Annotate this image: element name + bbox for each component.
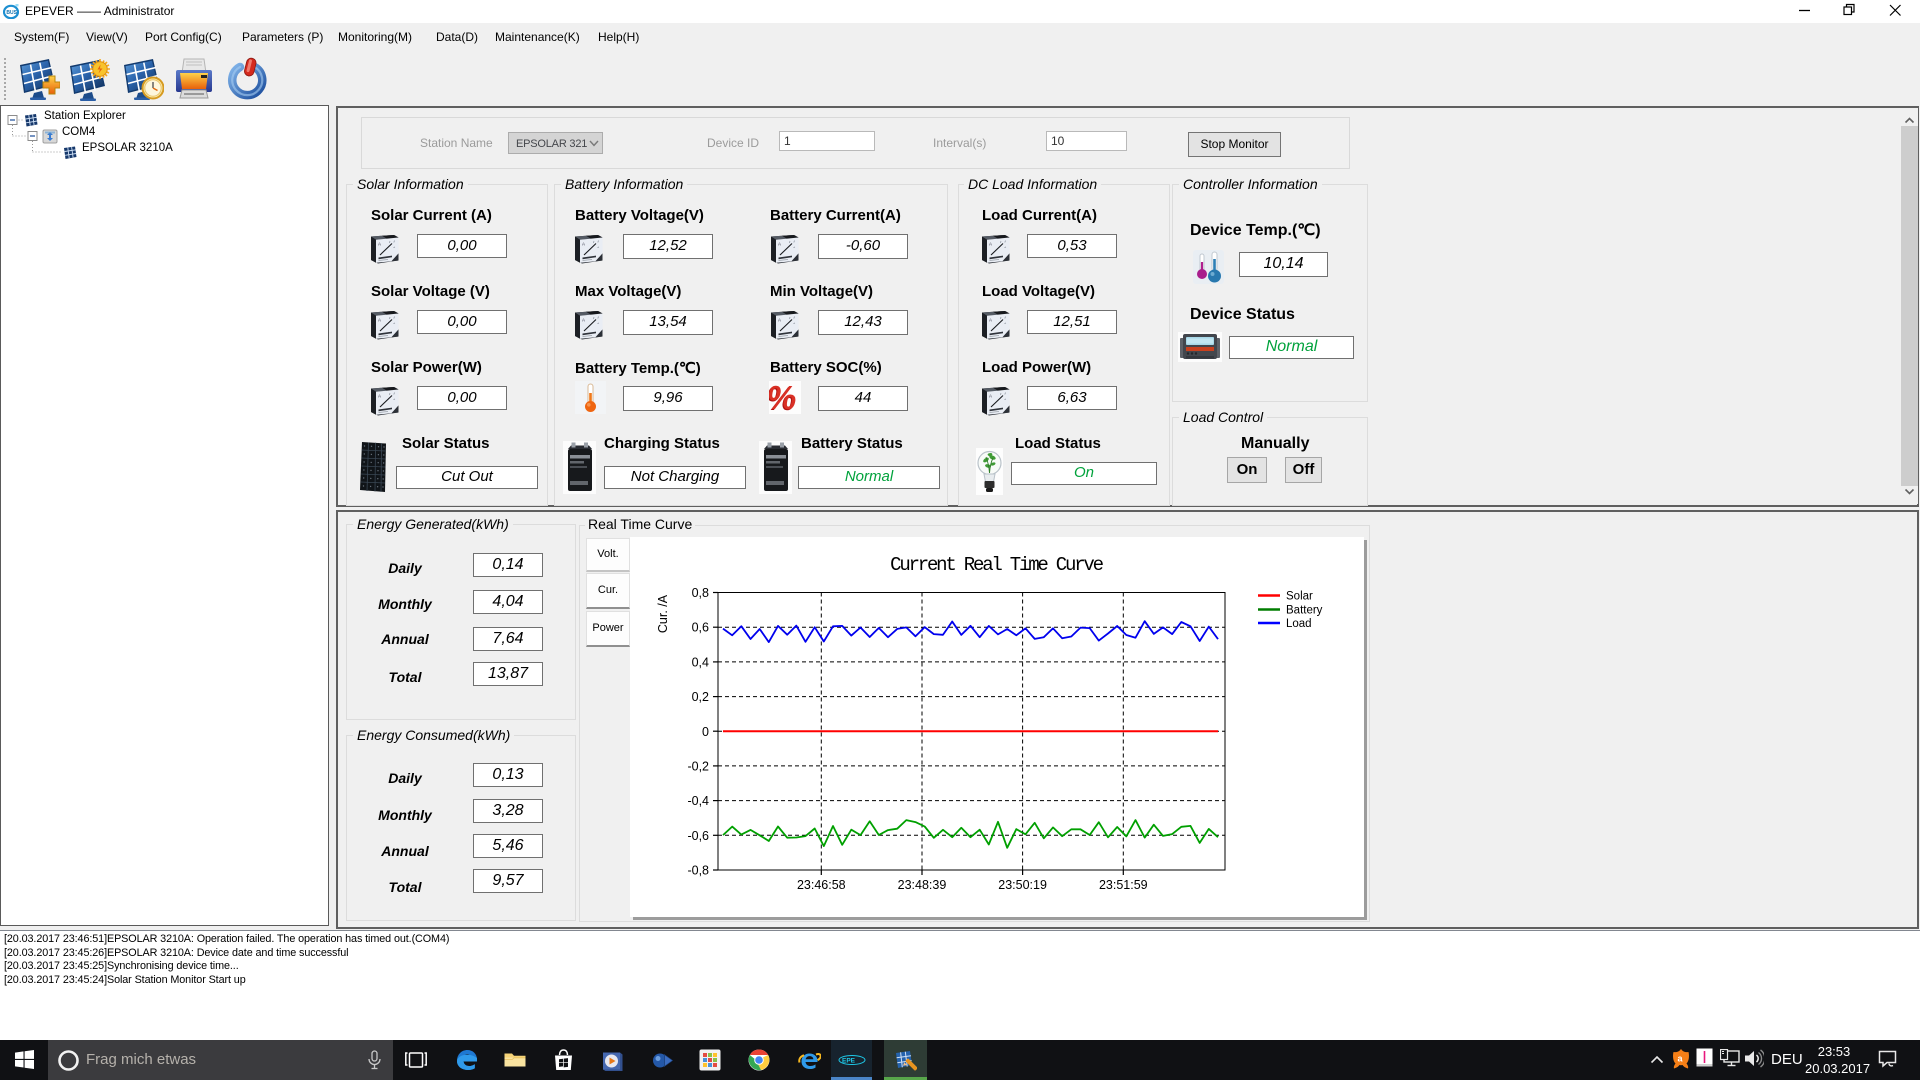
svg-text:0,2: 0,2 (692, 690, 709, 704)
svg-text:-0,6: -0,6 (687, 829, 709, 843)
svg-text:A: A (989, 242, 992, 247)
svg-text:A: A (989, 394, 992, 399)
svg-text:-0,4: -0,4 (687, 794, 709, 808)
svg-text:EPE: EPE (842, 1058, 856, 1065)
svg-text:23:46:58: 23:46:58 (797, 878, 846, 892)
svg-text:A: A (778, 318, 781, 323)
svg-text:A: A (582, 242, 585, 247)
svg-text:A: A (378, 394, 381, 399)
svg-text:Battery: Battery (1286, 605, 1323, 617)
svg-text:0,8: 0,8 (692, 586, 709, 600)
svg-text:A: A (582, 318, 585, 323)
svg-text:23:50:19: 23:50:19 (998, 878, 1047, 892)
svg-text:%: % (769, 381, 796, 414)
svg-text:A: A (778, 242, 781, 247)
svg-text:-0,8: -0,8 (687, 864, 709, 878)
svg-text:A: A (378, 318, 381, 323)
svg-text:A: A (378, 242, 381, 247)
svg-text:A: A (989, 318, 992, 323)
svg-text:Current Real Time Curve: Current Real Time Curve (890, 554, 1103, 576)
svg-text:-0,2: -0,2 (687, 759, 709, 773)
svg-text:0,6: 0,6 (692, 621, 709, 635)
svg-text:Solar: Solar (1286, 591, 1313, 603)
svg-text:0: 0 (702, 725, 709, 739)
svg-text:BUS: BUS (6, 10, 17, 16)
svg-text:23:51:59: 23:51:59 (1099, 878, 1148, 892)
svg-text:Load: Load (1286, 618, 1312, 630)
svg-text:Cur. /A: Cur. /A (656, 594, 670, 633)
svg-text:23:48:39: 23:48:39 (898, 878, 947, 892)
svg-text:0,4: 0,4 (692, 655, 709, 669)
